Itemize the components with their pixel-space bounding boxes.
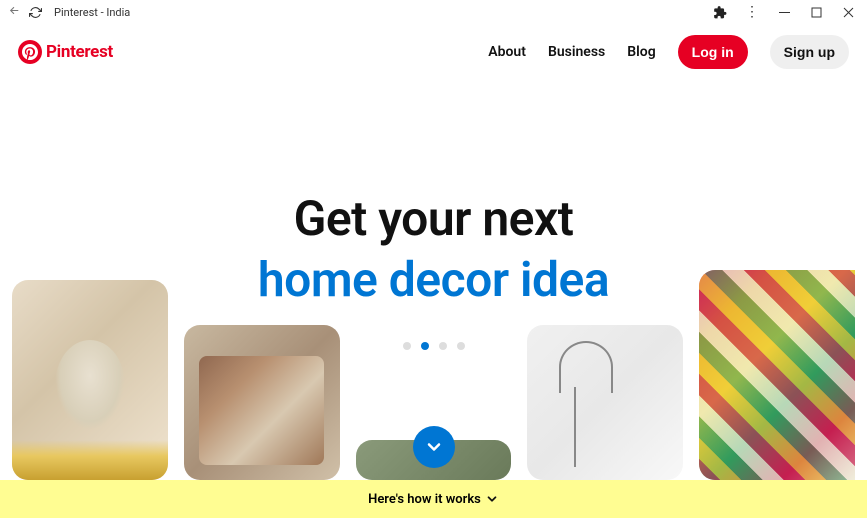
login-button[interactable]: Log in: [678, 35, 748, 69]
pinterest-logo[interactable]: Pinterest: [18, 40, 113, 64]
chevron-down-icon: [424, 437, 444, 457]
reload-icon[interactable]: [29, 6, 42, 19]
chevron-down-icon: [485, 492, 499, 506]
minimize-icon[interactable]: [777, 5, 791, 19]
nav-blog[interactable]: Blog: [627, 44, 655, 60]
back-icon[interactable]: [8, 4, 21, 21]
nav-about[interactable]: About: [488, 44, 526, 60]
grid-card[interactable]: [527, 325, 683, 480]
nav-business[interactable]: Business: [548, 44, 605, 60]
kebab-menu-icon[interactable]: ⋮: [745, 5, 759, 19]
grid-card[interactable]: [184, 325, 340, 480]
pinterest-wordmark: Pinterest: [46, 42, 113, 62]
hero-title-line1: Get your next: [0, 190, 867, 247]
close-icon[interactable]: [841, 5, 855, 19]
pinterest-logo-icon: [18, 40, 42, 64]
signup-button[interactable]: Sign up: [770, 35, 849, 69]
site-header: Pinterest About Business Blog Log in Sig…: [0, 24, 867, 80]
how-it-works-banner[interactable]: Here's how it works: [0, 480, 867, 518]
scroll-down-button[interactable]: [413, 426, 455, 468]
browser-chrome: Pinterest - India ⋮: [0, 0, 867, 24]
footer-text: Here's how it works: [368, 492, 481, 507]
grid-card[interactable]: [699, 270, 855, 480]
extension-icon[interactable]: [713, 5, 727, 19]
grid-card[interactable]: [12, 280, 168, 480]
browser-tab-title: Pinterest - India: [54, 6, 130, 19]
maximize-icon[interactable]: [809, 5, 823, 19]
